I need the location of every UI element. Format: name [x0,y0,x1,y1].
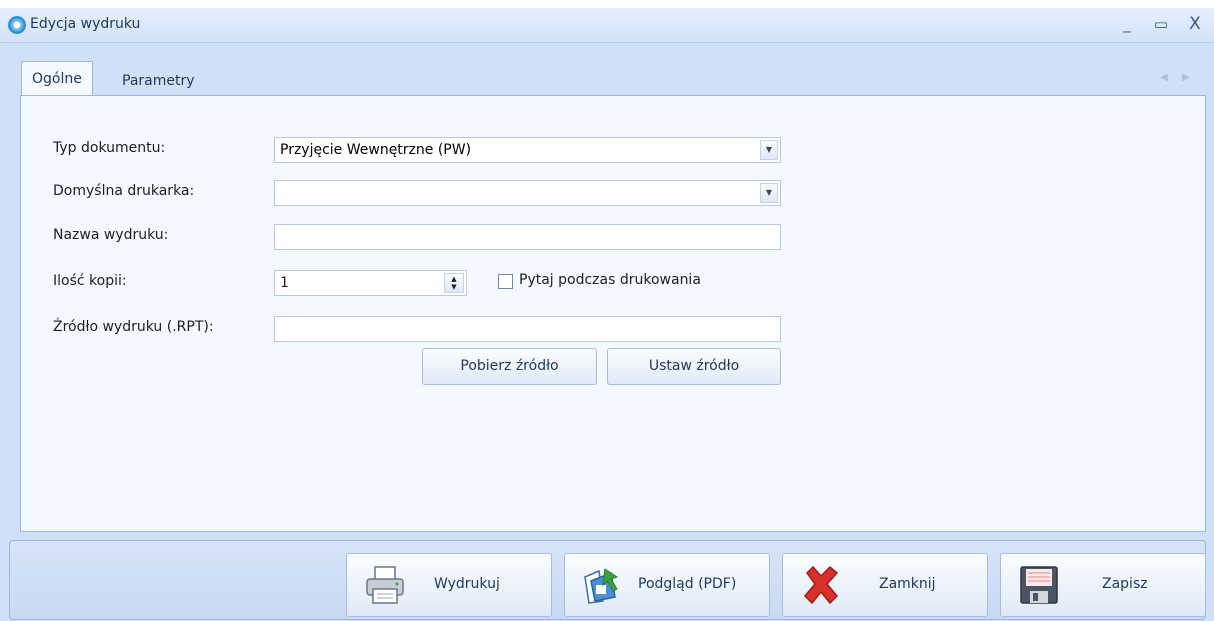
source-input[interactable] [274,316,781,342]
window-title: Edycja wydruku [30,16,141,32]
printer-icon [366,566,404,604]
spin-arrows-icon[interactable]: ▲ ▼ [444,273,464,293]
printer-select[interactable]: ▼ [274,180,781,206]
tab-scroll-left-icon[interactable]: ◀ [1160,72,1170,84]
red-x-icon [803,565,839,605]
save-button[interactable]: Zapisz [1000,553,1206,617]
app-icon [8,16,26,34]
printer-label: Domyślna drukarka: [53,183,195,199]
close-label: Zamknij [879,576,936,592]
floppy-disk-icon [1020,566,1058,604]
minimize-button[interactable]: _ [1116,13,1138,35]
print-label: Wydrukuj [434,576,500,592]
close-button[interactable]: Zamknij [782,553,988,617]
tab-scroll-right-icon[interactable]: ▶ [1182,72,1192,84]
set-source-button[interactable]: Ustaw źródło [607,348,781,385]
get-source-button[interactable]: Pobierz źródło [422,348,597,385]
print-name-input[interactable] [274,224,781,250]
maximize-button[interactable]: ▭ [1150,13,1172,35]
source-label: Źródło wydruku (.RPT): [53,319,214,335]
doc-type-select[interactable]: Przyjęcie Wewnętrzne (PW) ▼ [274,137,781,163]
preview-pdf-label: Podgląd (PDF) [638,576,737,592]
doc-type-value: Przyjęcie Wewnętrzne (PW) [280,142,472,158]
doc-type-label: Typ dokumentu: [53,140,166,156]
print-name-label: Nazwa wydruku: [53,227,169,243]
title-bar: Edycja wydruku _ ▭ X [0,8,1214,43]
general-tab-panel: Typ dokumentu: Przyjęcie Wewnętrzne (PW)… [20,95,1206,532]
edit-print-window: Edycja wydruku _ ▭ X Ogólne Parametry ◀ … [0,8,1214,621]
chevron-down-icon[interactable]: ▼ [760,183,778,203]
close-window-button[interactable]: X [1184,13,1206,35]
copies-stepper[interactable]: 1 ▲ ▼ [274,270,467,296]
save-label: Zapisz [1102,576,1148,592]
copies-label: Ilość kopii: [53,273,127,289]
ask-while-printing-checkbox[interactable] [498,274,513,289]
copies-value: 1 [280,275,289,291]
chevron-down-icon[interactable]: ▼ [760,140,778,160]
footer-toolbar: Wydrukuj Podgląd (PDF) Zamknij Zapisz [9,540,1206,620]
preview-pdf-button[interactable]: Podgląd (PDF) [564,553,770,617]
pdf-preview-icon [584,568,619,604]
ask-while-printing-label: Pytaj podczas drukowania [519,272,701,288]
print-button[interactable]: Wydrukuj [346,553,552,617]
